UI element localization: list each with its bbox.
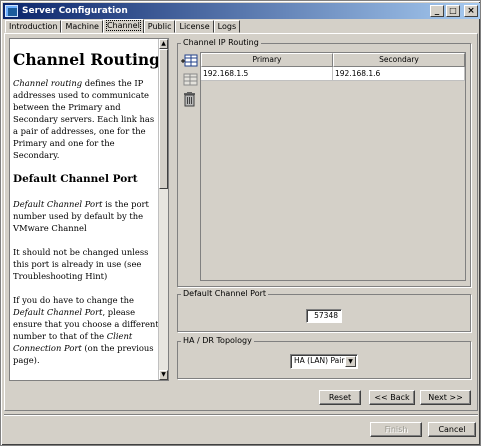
- table-header: Primary Secondary: [201, 53, 465, 67]
- help-subheading: Default Channel Port: [13, 173, 138, 185]
- tab-label: Logs: [217, 22, 237, 31]
- title-bar[interactable]: Server Configuration _ □ ×: [3, 3, 480, 19]
- topology-selected-value: HA (LAN) Pair: [294, 356, 345, 365]
- help-intro: Channel routing defines the IP addresses…: [13, 77, 160, 161]
- add-route-icon[interactable]: [181, 53, 198, 69]
- group-label: Default Channel Port: [181, 289, 269, 299]
- help-heading: Channel Routing: [13, 50, 160, 69]
- help-paragraph: Default Channel Port is the port number …: [13, 198, 160, 234]
- help-term: Default Channel Port: [13, 307, 103, 317]
- group-label: Channel IP Routing: [181, 38, 261, 48]
- next-button[interactable]: Next >>: [420, 390, 471, 405]
- column-header-primary[interactable]: Primary: [201, 53, 333, 67]
- chevron-down-icon[interactable]: ▼: [345, 356, 356, 367]
- help-text: If you do have to change the: [13, 295, 134, 305]
- help-pane[interactable]: Channel Routing Channel routing defines …: [9, 38, 169, 381]
- table-row[interactable]: 192.168.1.5 192.168.1.6: [201, 67, 465, 81]
- routing-toolbar: [181, 53, 199, 110]
- reset-button[interactable]: Reset: [319, 390, 361, 405]
- help-paragraph: It should not be changed unless this por…: [13, 247, 149, 281]
- help-scrollbar[interactable]: ▲ ▼: [158, 39, 168, 380]
- help-text: defines the IP addresses used to communi…: [13, 78, 155, 160]
- tab-introduction[interactable]: Introduction: [5, 20, 62, 33]
- group-label: HA / DR Topology: [181, 336, 254, 346]
- cell-secondary: 192.168.1.6: [333, 67, 465, 81]
- tab-label: Machine: [65, 22, 99, 31]
- close-button[interactable]: ×: [464, 5, 478, 17]
- back-button[interactable]: << Back: [369, 390, 415, 405]
- tab-machine[interactable]: Machine: [61, 20, 103, 33]
- tab-label: Channel: [105, 20, 141, 31]
- edit-route-icon[interactable]: [181, 72, 198, 88]
- tab-label: License: [179, 22, 210, 31]
- tab-label: Introduction: [9, 22, 58, 31]
- scroll-down-icon[interactable]: ▼: [159, 370, 168, 380]
- app-icon: [5, 5, 18, 17]
- delete-route-icon[interactable]: [181, 91, 198, 107]
- window-title: Server Configuration: [22, 6, 128, 16]
- scroll-thumb[interactable]: [159, 49, 168, 189]
- tab-label: Public: [147, 22, 172, 31]
- column-header-secondary[interactable]: Secondary: [333, 53, 465, 67]
- scroll-up-icon[interactable]: ▲: [159, 39, 168, 49]
- cancel-button[interactable]: Cancel: [428, 422, 476, 437]
- topology-select[interactable]: HA (LAN) Pair ▼: [290, 354, 358, 369]
- help-term: Default Channel Port: [13, 199, 103, 209]
- server-configuration-window: Server Configuration _ □ × Introduction …: [0, 0, 481, 446]
- footer-separator: [4, 414, 478, 416]
- tab-bar: Introduction Machine Channel Public Lice…: [5, 19, 241, 34]
- tab-channel[interactable]: Channel: [102, 19, 144, 34]
- maximize-button[interactable]: □: [446, 5, 460, 17]
- cell-primary: 192.168.1.5: [201, 67, 333, 81]
- tab-license[interactable]: License: [175, 20, 214, 33]
- help-content: Channel Routing Channel routing defines …: [13, 39, 160, 378]
- finish-button[interactable]: Finish: [370, 422, 422, 437]
- tab-public[interactable]: Public: [143, 20, 176, 33]
- port-input[interactable]: 57348: [306, 309, 342, 323]
- help-term: Channel routing: [13, 78, 83, 88]
- help-paragraph: If you do have to change the Default Cha…: [13, 294, 160, 366]
- routing-table[interactable]: Primary Secondary 192.168.1.5 192.168.1.…: [200, 52, 466, 281]
- minimize-button[interactable]: _: [430, 5, 444, 17]
- tab-logs[interactable]: Logs: [213, 20, 241, 33]
